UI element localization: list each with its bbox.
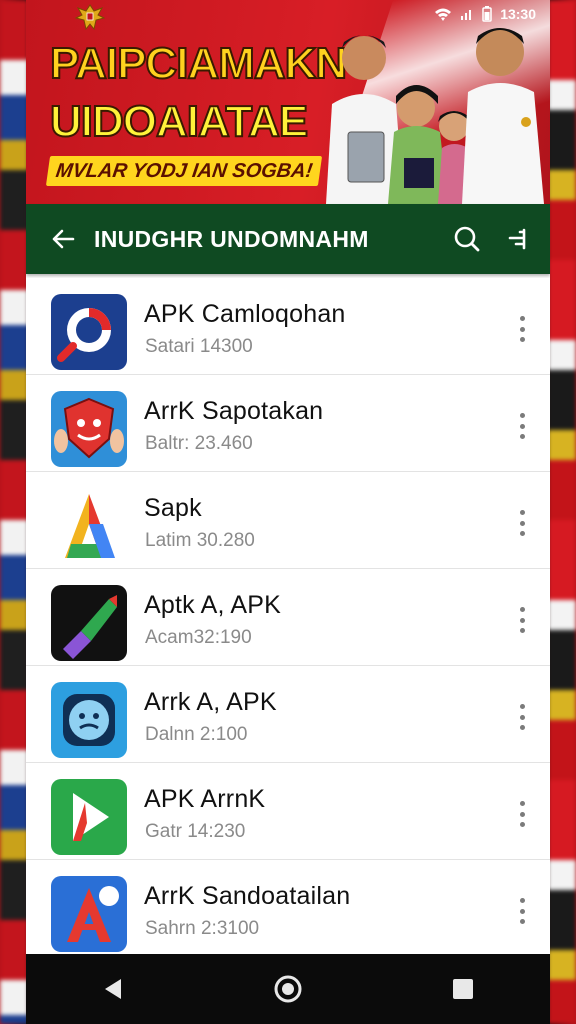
circle-home-icon xyxy=(274,975,302,1003)
dark-pen-brush-icon xyxy=(51,585,127,661)
blue-circle-magnifier-icon xyxy=(51,294,127,370)
app-name: Sapk xyxy=(144,494,202,522)
wifi-icon xyxy=(435,8,452,21)
app-bar: INUDGHR UNDOMNAHM xyxy=(26,204,550,274)
list-item[interactable]: ArrK Sapotakan Baltr: 23.460 xyxy=(26,375,550,472)
more-options-icon[interactable] xyxy=(512,413,532,439)
list-item[interactable]: APK ArrnK Gatr 14:230 xyxy=(26,763,550,860)
more-options-icon[interactable] xyxy=(512,510,532,536)
list-item[interactable]: ArrK Sandoatailan Sahrn 2:3100 xyxy=(26,860,550,957)
more-options-icon[interactable] xyxy=(512,704,532,730)
search-icon xyxy=(454,226,480,252)
garuda-emblem-icon xyxy=(74,4,106,31)
app-meta: Latim 30.280 xyxy=(145,530,255,551)
app-meta: Gatr 14:230 xyxy=(145,821,246,842)
colorful-a-letter-icon xyxy=(51,488,127,564)
app-meta: Satari 14300 xyxy=(145,336,253,357)
app-name: Arrk A, APK xyxy=(144,688,277,716)
banner-subtitle: MVLAR YODJ IAN SOGBA! xyxy=(45,156,323,186)
list-item[interactable]: APK Camloqohan Satari 14300 xyxy=(26,278,550,375)
nav-home-button[interactable] xyxy=(268,969,308,1009)
list-item[interactable]: Sapk Latim 30.280 xyxy=(26,472,550,569)
status-bar: 13:30 xyxy=(434,6,536,22)
search-button[interactable] xyxy=(450,222,484,256)
signal-icon xyxy=(461,10,472,20)
red-shield-mascot-icon xyxy=(51,391,127,467)
nav-back-button[interactable] xyxy=(93,969,133,1009)
app-list: APK Camloqohan Satari 14300 ArrK Sapotak… xyxy=(26,278,550,957)
list-item[interactable]: Aptk A, APK Acam32:190 xyxy=(26,569,550,666)
nav-recents-button[interactable] xyxy=(443,969,483,1009)
more-options-icon[interactable] xyxy=(512,801,532,827)
triangle-back-icon xyxy=(105,979,122,999)
app-meta: Baltr: 23.460 xyxy=(145,433,253,454)
blue-a-letter-icon xyxy=(51,876,127,952)
square-recents-icon xyxy=(452,979,473,999)
banner-title-line1: PAIPCIAMAKN xyxy=(49,39,348,88)
app-name: APK Camloqohan xyxy=(144,300,346,328)
app-meta: Sahrn 2:3100 xyxy=(145,918,260,939)
green-play-a-icon xyxy=(51,779,127,855)
more-options-icon[interactable] xyxy=(512,898,532,924)
more-options-icon[interactable] xyxy=(512,607,532,633)
app-name: ArrK Sandoatailan xyxy=(144,882,351,910)
app-name: Aptk A, APK xyxy=(144,591,282,619)
app-name: ArrK Sapotakan xyxy=(144,397,324,425)
battery-icon xyxy=(482,6,492,22)
app-name: APK ArrnK xyxy=(144,785,266,813)
banner-title-line2: UIDOAIATAE xyxy=(49,97,309,146)
page-title: INUDGHR UNDOMNAHM xyxy=(94,225,369,252)
app-meta: Dalnn 2:100 xyxy=(145,724,248,745)
phone-screen: PAIPCIAMAKN UIDOAIATAE MVLAR YODJ IAN SO… xyxy=(26,0,550,1024)
background-right-blur xyxy=(548,0,576,1024)
arrow-left-icon xyxy=(52,229,75,249)
list-item[interactable]: Arrk A, APK Dalnn 2:100 xyxy=(26,666,550,763)
filter-button[interactable] xyxy=(500,222,534,256)
status-time: 13:30 xyxy=(500,6,536,22)
sort-filter-icon xyxy=(508,228,526,250)
back-button[interactable] xyxy=(48,224,78,254)
promo-banner[interactable]: PAIPCIAMAKN UIDOAIATAE MVLAR YODJ IAN SO… xyxy=(26,0,550,204)
family-photo-illustration xyxy=(326,28,544,204)
blue-face-badge-icon xyxy=(51,682,127,758)
system-nav-bar xyxy=(26,954,550,1024)
more-options-icon[interactable] xyxy=(512,316,532,342)
app-meta: Acam32:190 xyxy=(145,627,252,648)
background-left-blur xyxy=(0,0,28,1024)
